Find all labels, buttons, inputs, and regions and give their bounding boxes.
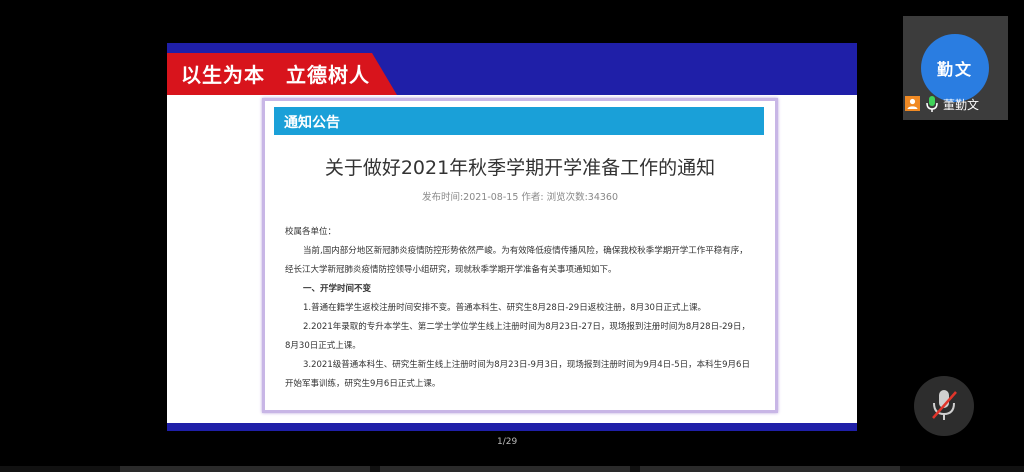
slide-footer-band bbox=[167, 423, 857, 431]
notice-card: 通知公告 关于做好2021年秋季学期开学准备工作的通知 发布时间:2021-08… bbox=[262, 98, 778, 413]
slide-header-band: 以生为本 立德树人 bbox=[167, 43, 857, 95]
bottom-strip bbox=[0, 466, 1024, 472]
muted-microphone-icon bbox=[932, 390, 957, 420]
notice-title: 关于做好2021年秋季学期开学准备工作的通知 bbox=[324, 157, 716, 179]
host-person-icon bbox=[905, 96, 920, 111]
microphone-icon bbox=[925, 95, 939, 113]
notice-paragraph: 3.2021级普通本科生、研究生新生线上注册时间为8月23日-9月3日，现场报到… bbox=[285, 360, 750, 389]
strip-segment bbox=[640, 466, 900, 472]
notice-meta: 发布时间:2021-08-15 作者: 浏览次数:34360 bbox=[421, 192, 619, 203]
strip-segment bbox=[380, 466, 630, 472]
participant-name: 董勤文 bbox=[943, 98, 980, 112]
notice-label: 通知公告 bbox=[284, 115, 340, 131]
notice-label-bar: 通知公告 bbox=[274, 107, 764, 135]
notice-paragraph: 当前,国内部分地区新冠肺炎疫情防控形势依然严峻。为有效降低疫情传播风险，确保我校… bbox=[285, 246, 748, 275]
strip-segment bbox=[120, 466, 370, 472]
participant-avatar: 勤文 bbox=[921, 34, 989, 102]
page-counter: 1/29 bbox=[497, 437, 518, 447]
slogan-banner: 以生为本 立德树人 bbox=[167, 53, 397, 95]
notice-body: 校属各单位： 当前,国内部分地区新冠肺炎疫情防控形势依然严峻。为有效降低疫情传播… bbox=[285, 223, 755, 394]
mute-microphone-button[interactable] bbox=[914, 376, 974, 436]
participant-info-bar: 董勤文 bbox=[903, 94, 1008, 114]
notice-salutation: 校属各单位： bbox=[285, 227, 337, 237]
notice-paragraph: 2.2021年录取的专升本学生、第二学士学位学生线上注册时间为8月23日-27日… bbox=[285, 322, 750, 351]
slogan-text: 以生为本 立德树人 bbox=[181, 63, 370, 87]
shared-slide: 以生为本 立德树人 通知公告 关于做好2021年秋季学期开学准备工作的通知 发布… bbox=[167, 43, 857, 431]
notice-section-heading: 一、开学时间不变 bbox=[303, 284, 372, 294]
participant-tile[interactable]: 勤文 董勤文 bbox=[903, 16, 1008, 120]
notice-paragraph: 1.普通在籍学生返校注册时间安排不变。普通本科生、研究生8月28日-29日返校注… bbox=[303, 303, 706, 313]
